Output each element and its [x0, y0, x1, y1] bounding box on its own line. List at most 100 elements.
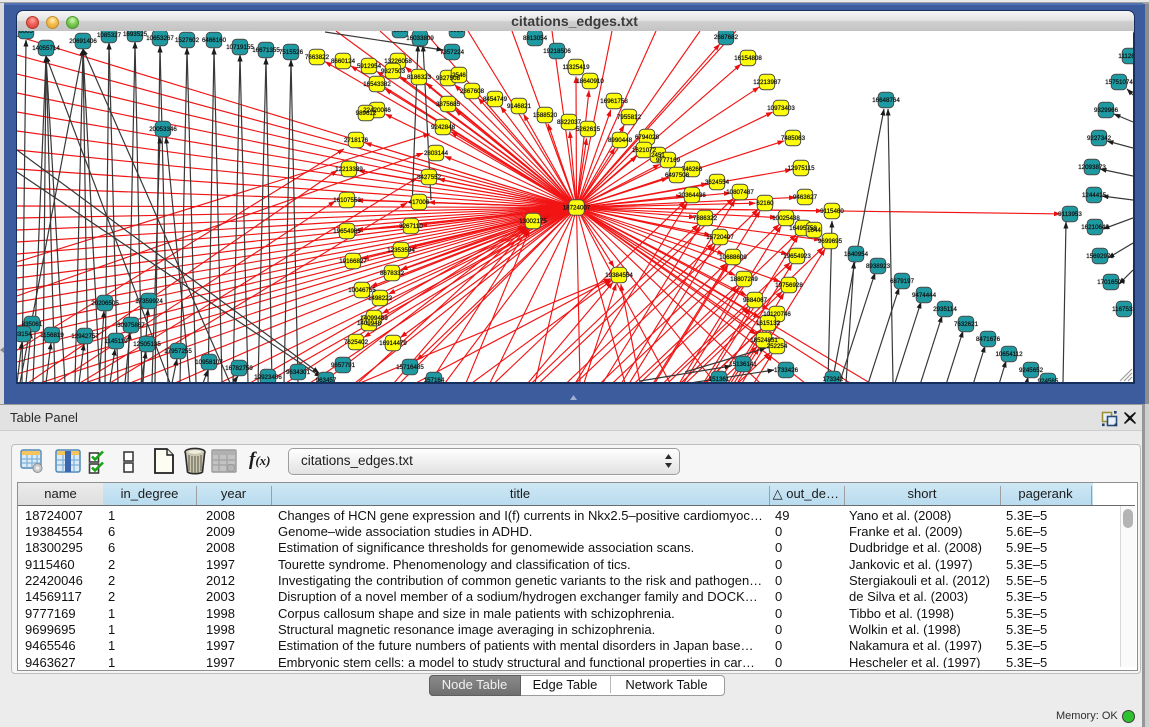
svg-text:924565: 924565	[1038, 378, 1059, 382]
svg-text:10025438: 10025438	[772, 215, 800, 222]
svg-text:20364436: 20364436	[678, 192, 706, 199]
svg-text:2803144: 2803144	[424, 150, 449, 157]
svg-text:16107553: 16107553	[333, 197, 361, 204]
svg-text:8990448: 8990448	[608, 137, 633, 144]
svg-text:1693525: 1693525	[123, 31, 148, 38]
svg-text:10807487: 10807487	[726, 189, 754, 196]
svg-text:11325419: 11325419	[562, 64, 590, 71]
svg-text:10719155: 10719155	[226, 44, 254, 51]
svg-text:16648764: 16648764	[872, 97, 900, 104]
svg-text:1145119: 1145119	[104, 338, 128, 345]
svg-text:20053346: 20053346	[149, 126, 177, 133]
svg-text:1112875: 1112875	[1118, 53, 1133, 60]
svg-text:9699695: 9699695	[818, 238, 843, 245]
svg-text:5262615: 5262615	[576, 126, 601, 133]
svg-text:9657791: 9657791	[331, 362, 356, 369]
svg-text:15716485: 15716485	[396, 364, 424, 371]
svg-text:3624554: 3624554	[705, 179, 730, 186]
svg-text:12213987: 12213987	[753, 79, 781, 86]
svg-text:14099489: 14099489	[360, 315, 388, 322]
svg-text:8427552: 8427552	[417, 174, 442, 181]
svg-text:7886322: 7886322	[693, 215, 718, 222]
svg-text:20691406: 20691406	[69, 38, 97, 45]
svg-text:18724007: 18724007	[563, 205, 591, 212]
svg-text:173342: 173342	[823, 376, 844, 382]
svg-text:16782759: 16782759	[225, 365, 253, 372]
svg-text:8186323: 8186323	[407, 74, 432, 81]
svg-text:1167533: 1167533	[1112, 306, 1133, 313]
svg-text:13226058: 13226058	[384, 58, 412, 65]
svg-text:12942757: 12942757	[71, 333, 99, 340]
svg-text:157164: 157164	[424, 377, 445, 382]
svg-text:1498222: 1498222	[368, 295, 393, 302]
svg-text:2687682: 2687682	[714, 34, 739, 41]
svg-text:19384554: 19384554	[605, 272, 633, 279]
svg-text:12353594: 12353594	[387, 247, 415, 254]
svg-text:10973403: 10973403	[767, 105, 795, 112]
svg-text:2546: 2546	[452, 72, 466, 79]
svg-text:16671355: 16671355	[252, 47, 280, 54]
svg-text:13002175: 13002175	[519, 218, 547, 225]
svg-text:16033809: 16033809	[406, 35, 434, 42]
svg-text:9777169: 9777169	[656, 157, 681, 164]
svg-text:8322037: 8322037	[557, 119, 582, 126]
svg-text:15692971: 15692971	[1086, 253, 1114, 260]
svg-text:9329966: 9329966	[1094, 107, 1119, 114]
svg-text:9227342: 9227342	[1087, 135, 1112, 142]
svg-text:8678332: 8678332	[380, 270, 405, 277]
svg-text:417006: 417006	[409, 199, 430, 206]
svg-text:15751074: 15751074	[1105, 79, 1133, 86]
svg-text:8938923: 8938923	[866, 263, 891, 270]
svg-text:6794028: 6794028	[635, 134, 660, 141]
svg-text:16961758: 16961758	[600, 98, 628, 105]
svg-text:16210643: 16210643	[1081, 224, 1109, 231]
svg-text:10923406: 10923406	[254, 374, 282, 381]
svg-text:3267110: 3267110	[399, 223, 423, 230]
svg-text:9146821: 9146821	[507, 103, 532, 110]
svg-text:9242848: 9242848	[431, 124, 456, 131]
svg-text:10688609: 10688609	[719, 254, 747, 261]
svg-text:2867608: 2867608	[460, 88, 485, 95]
svg-text:963457: 963457	[316, 377, 337, 382]
svg-text:1733426: 1733426	[774, 367, 799, 374]
svg-text:1615132: 1615132	[756, 320, 781, 327]
svg-text:5912954: 5912954	[357, 63, 382, 70]
svg-text:151361: 151361	[709, 376, 730, 382]
svg-text:12975115: 12975115	[787, 165, 815, 172]
svg-text:19166827: 19166827	[339, 258, 367, 265]
svg-text:17016504: 17016504	[1097, 279, 1125, 286]
svg-text:7357224: 7357224	[440, 49, 465, 56]
svg-text:10120746: 10120746	[763, 311, 791, 318]
svg-text:9115460: 9115460	[820, 208, 844, 215]
svg-text:9474444: 9474444	[912, 292, 937, 299]
svg-text:7663822: 7663822	[305, 54, 330, 61]
svg-text:3875685: 3875685	[436, 101, 461, 108]
svg-text:16914479: 16914479	[379, 340, 407, 347]
svg-text:6466160: 6466160	[202, 37, 227, 44]
svg-text:62160: 62160	[756, 200, 774, 207]
svg-text:1588520: 1588520	[533, 112, 558, 119]
svg-text:20206505: 20206505	[91, 300, 119, 307]
svg-text:1644: 1644	[807, 227, 821, 234]
svg-text:9327503: 9327503	[381, 68, 406, 75]
svg-text:1893: 1893	[393, 31, 407, 34]
svg-text:8471676: 8471676	[976, 336, 1001, 343]
svg-text:16154808: 16154808	[734, 55, 762, 62]
svg-text:9884067: 9884067	[743, 297, 768, 304]
svg-text:17957255: 17957255	[164, 348, 192, 355]
svg-text:10046755: 10046755	[348, 287, 376, 294]
svg-text:9634301: 9634301	[286, 369, 311, 376]
svg-text:1527602: 1527602	[175, 37, 200, 44]
svg-text:6497508: 6497508	[665, 172, 690, 179]
svg-text:2718176: 2718176	[344, 137, 369, 144]
svg-text:9113953: 9113953	[1058, 211, 1082, 218]
svg-text:16543382: 16543382	[363, 81, 391, 88]
svg-text:14055714: 14055714	[32, 45, 60, 52]
svg-text:8920: 8920	[450, 31, 464, 34]
svg-text:1244415: 1244415	[1082, 192, 1107, 199]
svg-text:7632621: 7632621	[954, 321, 979, 328]
svg-text:17359924: 17359924	[135, 298, 163, 305]
svg-text:19756928: 19756928	[775, 282, 803, 289]
svg-text:1640954: 1640954	[844, 251, 869, 258]
svg-text:9245652: 9245652	[1019, 367, 1044, 374]
